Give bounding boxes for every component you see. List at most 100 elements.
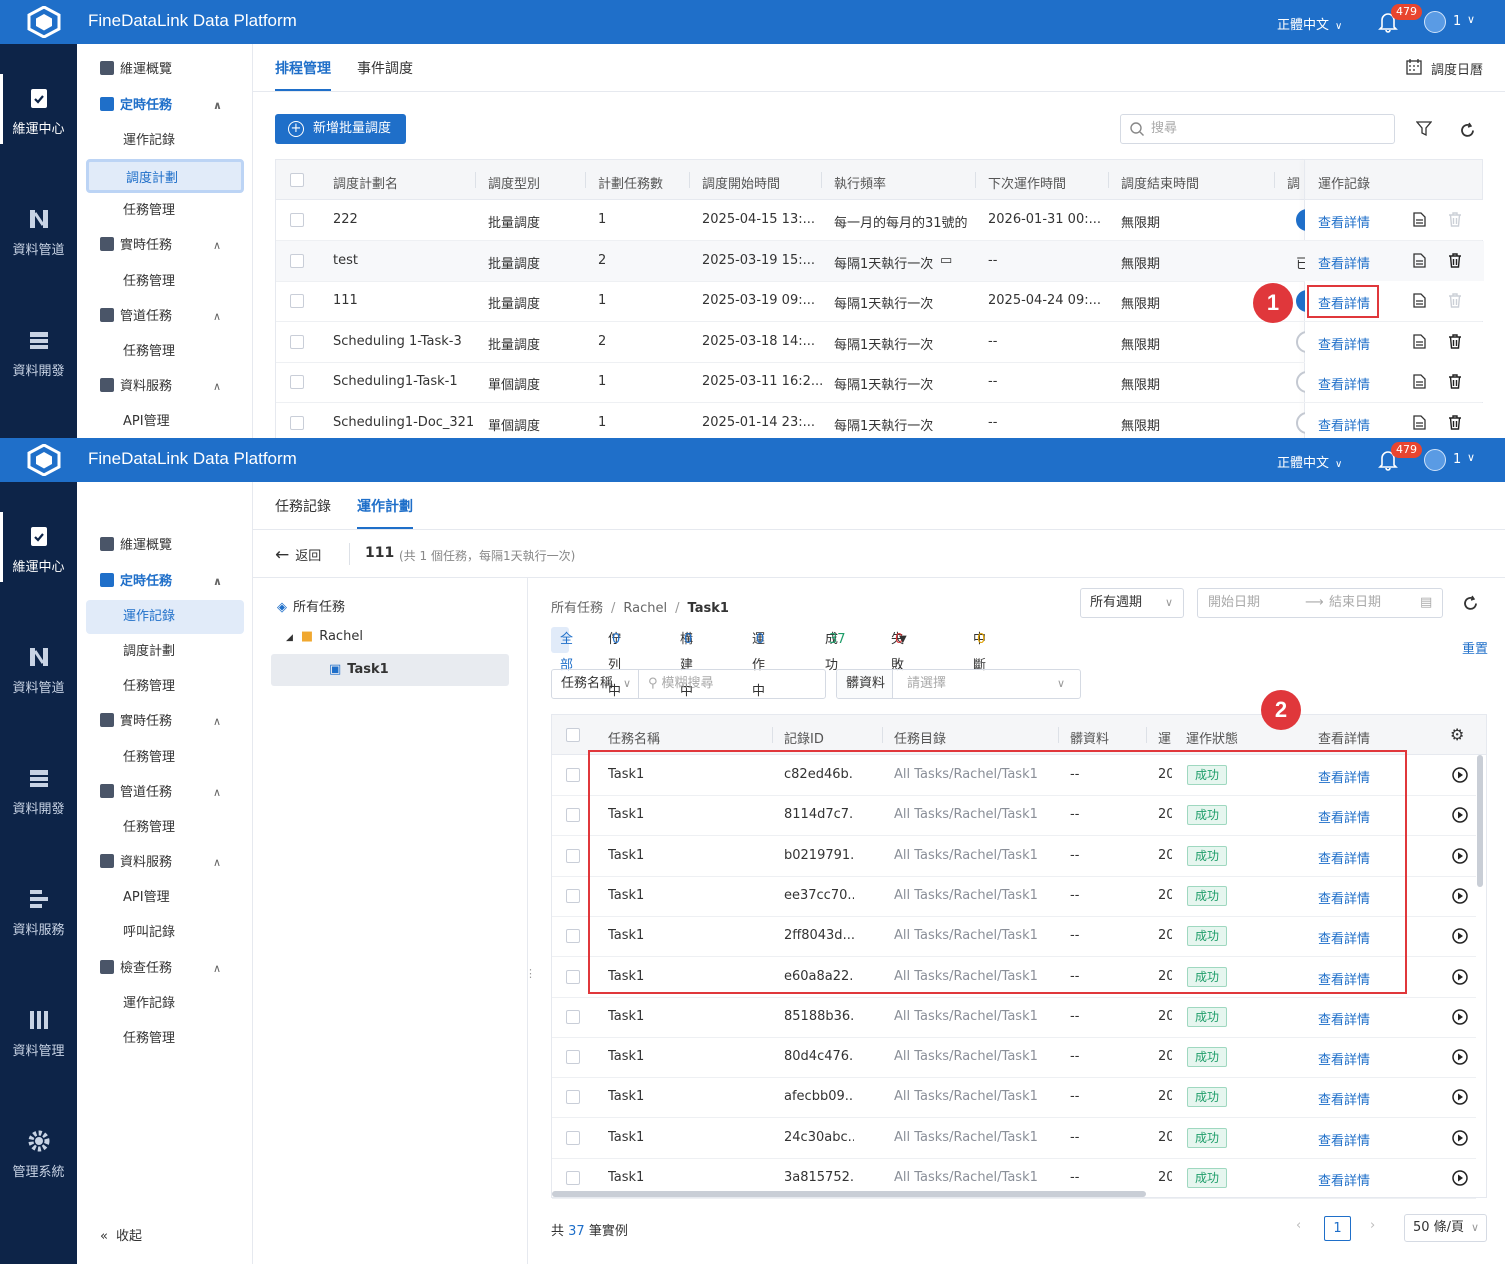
- nav-item-data-pipeline[interactable]: 資料管道: [0, 207, 77, 258]
- sidebar-group[interactable]: 資料服務 ∧: [77, 374, 253, 400]
- tree-folder[interactable]: ◢ ■ Rachel: [286, 629, 363, 644]
- table-row[interactable]: 111 批量調度 1 2025-03-19 09:... 每隔1天執行一次 2025-04…: [276, 281, 1484, 321]
- sidebar-item[interactable]: 任務管理: [77, 674, 253, 700]
- sidebar-group[interactable]: 定時任務 ∧: [77, 93, 253, 119]
- sidebar-item[interactable]: 任務管理: [77, 745, 253, 771]
- nav-item-admin[interactable]: 管理系統: [0, 1129, 77, 1180]
- reset-button[interactable]: 重置: [1462, 638, 1488, 657]
- column-divider[interactable]: [585, 172, 586, 188]
- sidebar-item[interactable]: 任務管理: [77, 198, 253, 224]
- sidebar-group[interactable]: 維運概覽: [77, 533, 253, 559]
- view-details-link[interactable]: 查看詳情: [1318, 374, 1370, 393]
- collapse-button[interactable]: « 收起: [100, 1225, 142, 1244]
- edit-schedule-icon[interactable]: ▭: [940, 253, 952, 268]
- tab-task-records[interactable]: 任務記錄: [275, 496, 331, 516]
- play-circle-icon[interactable]: [1452, 1129, 1468, 1146]
- chevron-down-icon[interactable]: ∨: [1467, 451, 1475, 464]
- calendar-label[interactable]: 調度日曆: [1431, 59, 1483, 78]
- tree-task-selected[interactable]: ▣ Task1: [271, 654, 509, 686]
- tab-event-schedule[interactable]: 事件調度: [357, 58, 413, 78]
- row-checkbox[interactable]: [566, 929, 580, 944]
- column-divider[interactable]: [1274, 172, 1275, 188]
- view-details-link[interactable]: 查看詳情: [1318, 1170, 1370, 1189]
- nav-item-data-pipeline[interactable]: 資料管道: [0, 645, 77, 696]
- play-circle-icon[interactable]: [1452, 1049, 1468, 1065]
- row-checkbox[interactable]: [566, 1130, 580, 1145]
- page-number[interactable]: 1: [1324, 1216, 1351, 1241]
- start-date-placeholder[interactable]: 開始日期: [1208, 589, 1260, 617]
- column-divider[interactable]: [772, 727, 773, 743]
- row-checkbox[interactable]: [566, 969, 580, 984]
- row-checkbox[interactable]: [566, 848, 580, 863]
- row-checkbox[interactable]: [566, 768, 580, 782]
- sidebar-item[interactable]: 運作記錄: [77, 991, 253, 1017]
- trash-icon[interactable]: [1448, 374, 1462, 389]
- caret-down-icon[interactable]: ▼: [899, 627, 907, 653]
- table-row[interactable]: 222 批量調度 1 2025-04-15 13:... 每一月的每月的31號的 2026…: [276, 200, 1484, 240]
- sidebar-group[interactable]: 管道任務 ∧: [77, 780, 253, 806]
- table-row[interactable]: Task1 afecbb09... All Tasks/Rachel/Task1 --…: [552, 1077, 1476, 1117]
- play-circle-icon[interactable]: [1452, 847, 1468, 864]
- column-divider[interactable]: [1146, 727, 1147, 743]
- table-row[interactable]: test 批量調度 2 2025-03-19 15:... 每隔1天執行一次 -- 無限期 ▭…: [276, 240, 1484, 281]
- language-select[interactable]: 正體中文 ∨: [1277, 14, 1342, 33]
- period-select[interactable]: 所有週期 ∨: [1080, 588, 1184, 618]
- row-checkbox[interactable]: [290, 415, 304, 430]
- row-checkbox[interactable]: [290, 294, 304, 308]
- trash-icon[interactable]: [1448, 252, 1462, 268]
- view-details-link[interactable]: 查看詳情: [1318, 1049, 1370, 1068]
- sidebar-group[interactable]: 實時任務 ∧: [77, 233, 253, 259]
- column-divider[interactable]: [1058, 727, 1059, 743]
- table-row[interactable]: Scheduling1-Doc_321 單個調度 1 2025-01-14 23:..…: [276, 402, 1484, 438]
- row-checkbox[interactable]: [566, 808, 580, 823]
- play-circle-icon[interactable]: [1452, 928, 1468, 944]
- date-range-picker[interactable]: 開始日期 ⟶ 結束日期 ▤: [1197, 588, 1443, 618]
- gear-icon[interactable]: ⚙: [1450, 725, 1464, 744]
- avatar[interactable]: [1424, 449, 1446, 471]
- avatar[interactable]: [1424, 11, 1446, 33]
- play-circle-icon[interactable]: [1452, 968, 1468, 985]
- status-tab[interactable]: 全部: [551, 627, 573, 673]
- document-icon[interactable]: [1413, 252, 1426, 268]
- header-checkbox[interactable]: [290, 173, 304, 187]
- prev-page-button[interactable]: ‹: [1296, 1218, 1301, 1233]
- nav-item-data-management[interactable]: 資料管理: [0, 1008, 77, 1059]
- row-checkbox[interactable]: [566, 1050, 580, 1065]
- sidebar-item[interactable]: 調度計劃: [86, 159, 244, 193]
- row-checkbox[interactable]: [566, 1171, 580, 1185]
- end-date-placeholder[interactable]: 結束日期: [1329, 589, 1381, 617]
- sidebar-item[interactable]: API管理: [77, 885, 253, 911]
- document-icon[interactable]: [1413, 333, 1426, 349]
- row-checkbox[interactable]: [290, 375, 304, 389]
- row-checkbox[interactable]: [566, 1009, 580, 1024]
- sidebar-item[interactable]: 呼叫記錄: [77, 920, 253, 946]
- play-circle-icon[interactable]: [1452, 1009, 1468, 1025]
- sidebar-item[interactable]: 調度計劃: [77, 639, 253, 665]
- dirty-data-select[interactable]: 請選擇 ∨: [907, 670, 1075, 698]
- new-batch-schedule-button[interactable]: + 新增批量調度: [275, 114, 406, 144]
- view-details-link[interactable]: 查看詳情: [1318, 415, 1370, 434]
- play-circle-icon[interactable]: [1452, 1089, 1468, 1106]
- view-details-link[interactable]: 查看詳情: [1318, 1089, 1370, 1108]
- row-checkbox[interactable]: [566, 888, 580, 903]
- row-checkbox[interactable]: [566, 1090, 580, 1105]
- table-row[interactable]: Task1 80d4c476... All Tasks/Rachel/Task1 --…: [552, 1037, 1476, 1077]
- language-select[interactable]: 正體中文 ∨: [1277, 452, 1342, 471]
- back-button[interactable]: ← 返回: [275, 545, 321, 565]
- column-divider[interactable]: [882, 727, 883, 743]
- calendar-icon[interactable]: [1406, 59, 1422, 75]
- play-circle-icon[interactable]: [1452, 888, 1468, 904]
- column-divider[interactable]: [1108, 172, 1109, 188]
- sidebar-group[interactable]: 維運概覽: [77, 57, 253, 83]
- table-row[interactable]: Task1 24c30abc... All Tasks/Rachel/Task1 --…: [552, 1118, 1476, 1158]
- breadcrumb-item[interactable]: Rachel: [623, 601, 667, 616]
- table-row[interactable]: Scheduling 1-Task-3 批量調度 2 2025-03-18 14:..…: [276, 321, 1484, 362]
- document-icon[interactable]: [1413, 374, 1426, 389]
- refresh-icon[interactable]: [1459, 122, 1476, 139]
- filter-field-select[interactable]: 任務名稱 ∨: [552, 670, 639, 698]
- row-checkbox[interactable]: [290, 253, 304, 268]
- sidebar-group[interactable]: 資料服務 ∧: [77, 850, 253, 876]
- tab-schedule-management[interactable]: 排程管理: [275, 58, 331, 91]
- vertical-scrollbar[interactable]: [1477, 755, 1483, 887]
- view-details-link[interactable]: 查看詳情: [1318, 212, 1370, 231]
